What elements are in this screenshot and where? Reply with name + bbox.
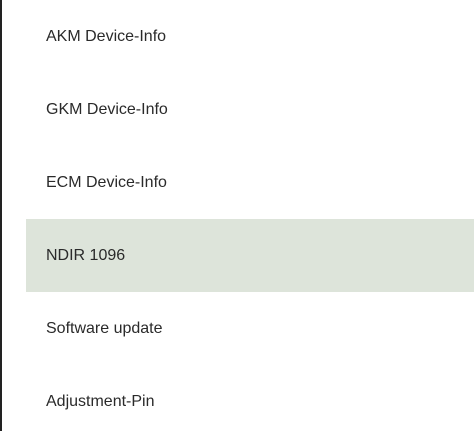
menu-item-label: NDIR 1096 bbox=[46, 246, 126, 264]
menu-item-akm-device-info[interactable]: AKM Device-Info bbox=[26, 0, 474, 73]
menu-item-ecm-device-info[interactable]: ECM Device-Info bbox=[26, 146, 474, 219]
menu-item-software-update[interactable]: Software update bbox=[26, 292, 474, 365]
menu-item-label: Software update bbox=[46, 319, 163, 337]
menu-item-label: AKM Device-Info bbox=[46, 27, 167, 45]
device-menu-list: AKM Device-Info GKM Device-Info ECM Devi… bbox=[26, 0, 474, 431]
panel-left-border bbox=[0, 0, 2, 431]
menu-item-label: ECM Device-Info bbox=[46, 173, 167, 191]
menu-item-adjustment-pin[interactable]: Adjustment-Pin bbox=[26, 365, 474, 431]
menu-item-ndir-1096[interactable]: NDIR 1096 bbox=[26, 219, 474, 292]
settings-panel: AKM Device-Info GKM Device-Info ECM Devi… bbox=[0, 0, 474, 431]
menu-item-label: Adjustment-Pin bbox=[46, 392, 155, 410]
menu-item-gkm-device-info[interactable]: GKM Device-Info bbox=[26, 73, 474, 146]
menu-item-label: GKM Device-Info bbox=[46, 100, 168, 118]
